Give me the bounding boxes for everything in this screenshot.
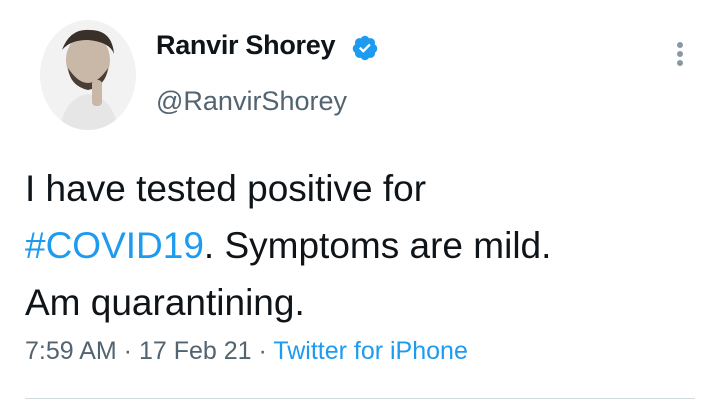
tweet-line-3: Am quarantining. bbox=[25, 282, 305, 323]
tweet-card: Ranvir Shorey @RanvirShorey I have teste… bbox=[0, 0, 720, 409]
tweet-meta: 7:59 AM · 17 Feb 21 · Twitter for iPhone bbox=[25, 337, 468, 366]
hashtag-link[interactable]: #COVID19 bbox=[25, 225, 204, 266]
avatar-image bbox=[40, 20, 136, 130]
tweet-time[interactable]: 7:59 AM bbox=[25, 337, 117, 365]
meta-separator: · bbox=[116, 337, 139, 365]
divider bbox=[25, 398, 695, 399]
more-options-icon[interactable] bbox=[668, 36, 692, 72]
tweet-line-2: . Symptoms are mild. bbox=[203, 225, 552, 266]
meta-separator: · bbox=[251, 337, 274, 365]
tweet-source-link[interactable]: Twitter for iPhone bbox=[273, 337, 468, 365]
verified-badge-icon bbox=[352, 35, 378, 61]
tweet-line-1: I have tested positive for bbox=[25, 168, 427, 209]
author-name[interactable]: Ranvir Shorey bbox=[156, 30, 335, 61]
tweet-text: I have tested positive for #COVID19. Sym… bbox=[25, 160, 705, 331]
avatar[interactable] bbox=[40, 20, 136, 130]
tweet-date[interactable]: 17 Feb 21 bbox=[139, 337, 252, 365]
author-handle[interactable]: @RanvirShorey bbox=[156, 86, 347, 117]
